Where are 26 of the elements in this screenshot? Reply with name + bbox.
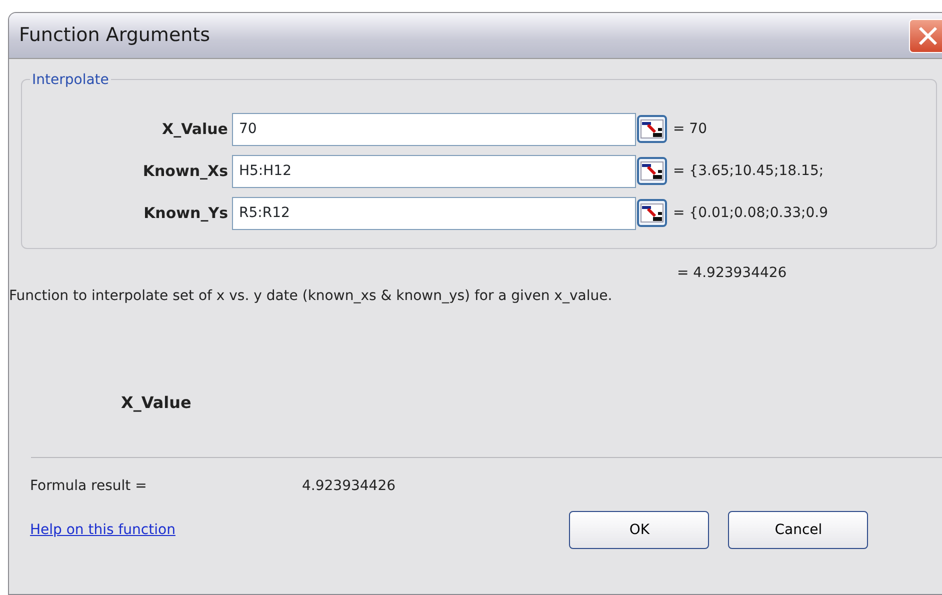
argument-result: = 70 xyxy=(673,120,707,138)
argument-field[interactable]: 70 xyxy=(232,112,636,146)
help-link[interactable]: Help on this function xyxy=(30,520,176,540)
argument-result: = {0.01;0.08;0.33;0.9 xyxy=(673,204,828,222)
window-title: Function Arguments xyxy=(19,23,210,48)
argument-field[interactable]: R5:R12 xyxy=(232,196,636,230)
argument-label: Known_Ys xyxy=(142,202,229,224)
argument-field[interactable]: H5:H12 xyxy=(232,154,636,188)
cell-reference-icon xyxy=(640,119,664,139)
argument-label: X_Value xyxy=(161,118,229,140)
cell-reference-icon xyxy=(640,161,664,181)
collapse-dialog-button[interactable] xyxy=(637,199,667,227)
close-icon xyxy=(917,24,939,46)
ok-button[interactable]: OK xyxy=(569,511,710,549)
argument-name: X_Value xyxy=(121,392,192,414)
collapse-dialog-button[interactable] xyxy=(637,157,667,185)
preview-result: = 4.923934426 xyxy=(677,264,788,283)
formula-result-value: 4.923934426 xyxy=(302,477,396,496)
cell-reference-icon xyxy=(640,203,664,223)
argument-result: = {3.65;10.45;18.15; xyxy=(673,162,824,180)
collapse-dialog-button[interactable] xyxy=(637,115,667,143)
argument-label: Known_Xs xyxy=(142,160,229,182)
cancel-button[interactable]: Cancel xyxy=(728,511,868,549)
function-description: Function to interpolate set of x vs. y date (known_xs & known_ys) for a given x_value. xyxy=(9,287,614,306)
formula-result-label: Formula result = xyxy=(30,477,148,496)
close-button[interactable] xyxy=(909,18,942,52)
